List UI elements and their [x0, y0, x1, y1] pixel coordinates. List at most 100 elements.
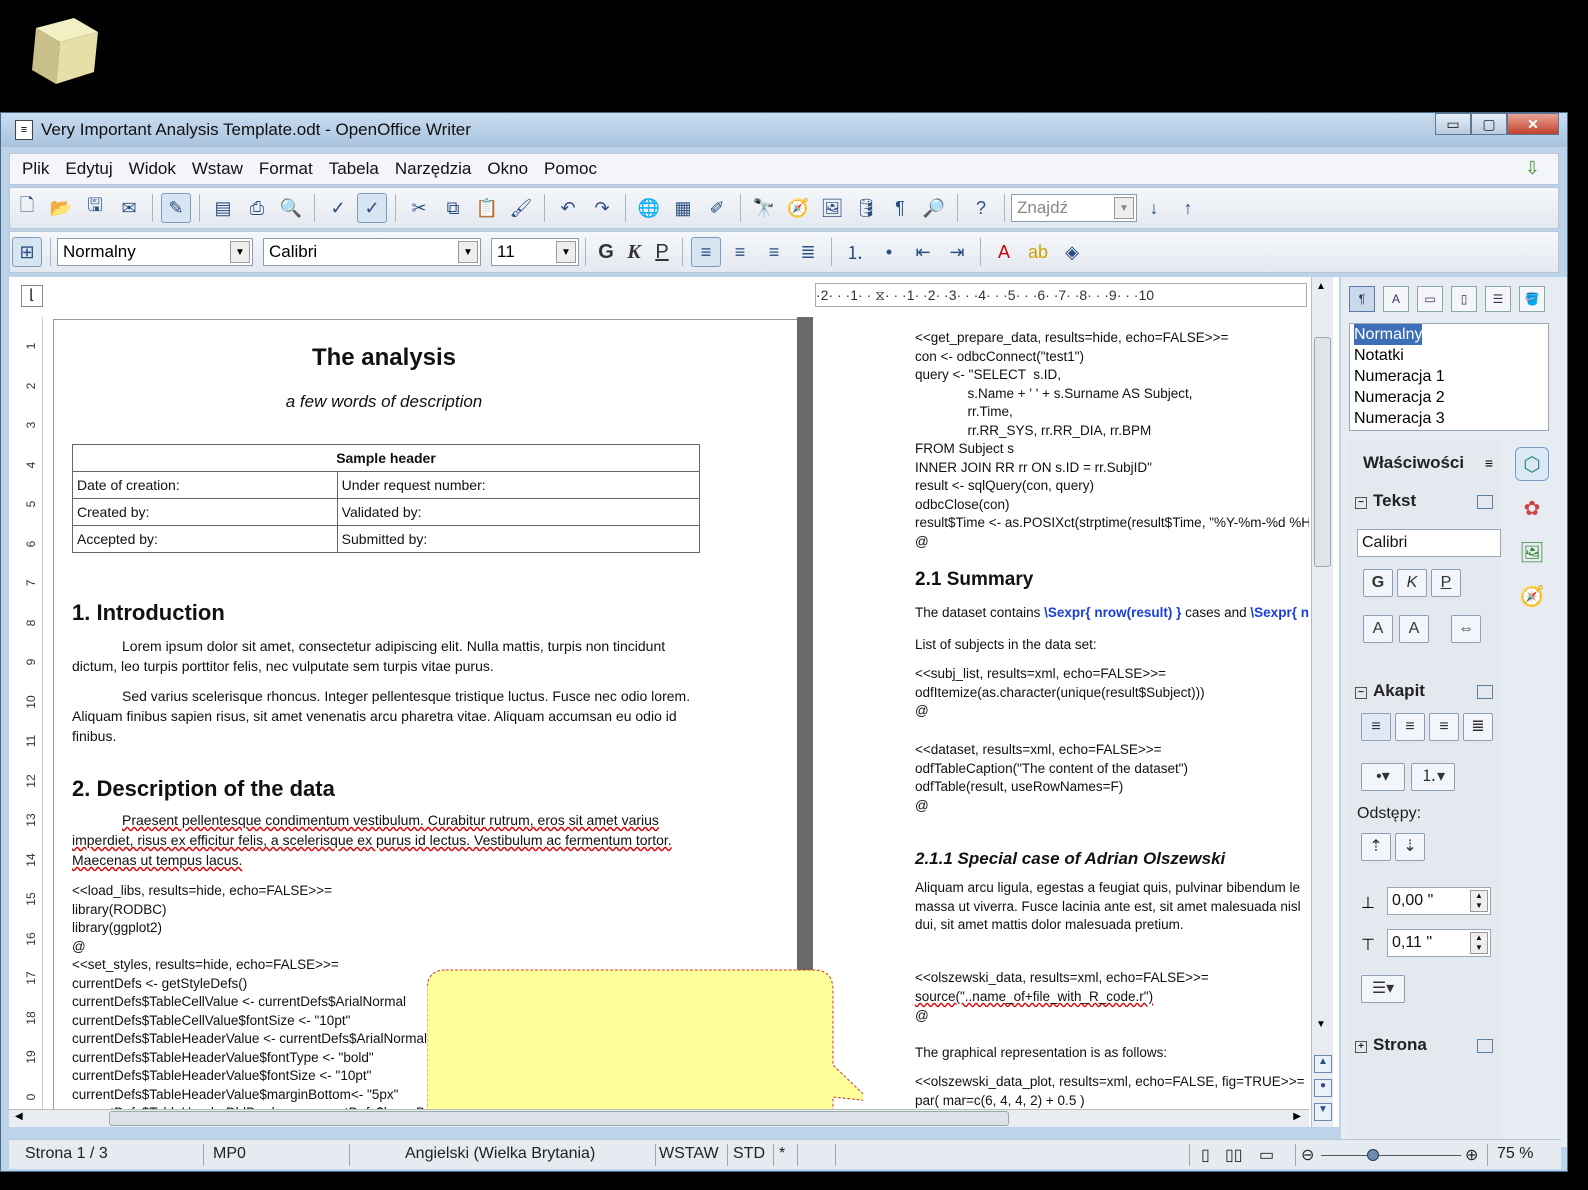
justify-icon[interactable]: ≣: [793, 237, 823, 267]
horizontal-ruler[interactable]: ·2· · ·1· · ⧖· · ·1· ·2· ·3· · ·4· · ·5·…: [815, 283, 1307, 307]
close-button[interactable]: ✕: [1507, 113, 1559, 135]
horizontal-scrollbar[interactable]: ◀ ▶: [9, 1109, 1309, 1127]
styles-tab-frame-icon[interactable]: ▭: [1417, 286, 1443, 312]
styles-tab-list-icon[interactable]: ☰: [1485, 286, 1511, 312]
undo-icon[interactable]: ↶: [553, 193, 583, 223]
sidebar-justify-icon[interactable]: ≣: [1463, 713, 1493, 741]
sidebar-bullets-icon[interactable]: •▾: [1361, 763, 1405, 791]
selection-mode[interactable]: STD: [733, 1145, 765, 1163]
scroll-up-icon[interactable]: ▲: [1316, 281, 1326, 292]
sidebar-underline-button[interactable]: P: [1431, 569, 1461, 597]
menu-pomoc[interactable]: Pomoc: [544, 159, 597, 179]
scroll-left-icon[interactable]: ◀: [15, 1111, 23, 1122]
copy-icon[interactable]: ⧉: [438, 193, 468, 223]
next-page-icon[interactable]: ▼: [1314, 1103, 1332, 1121]
sidebar-numbering-icon[interactable]: ⒈▾: [1411, 763, 1455, 791]
print-icon[interactable]: ⎙: [242, 193, 272, 223]
spin-icon[interactable]: ▲ ▼: [1470, 890, 1488, 912]
find-replace-icon[interactable]: 🔭: [749, 193, 779, 223]
list-item[interactable]: Normalny: [1354, 324, 1548, 345]
language-indicator[interactable]: Angielski (Wielka Brytania): [405, 1145, 595, 1163]
sidebar-align-left-icon[interactable]: ≡: [1361, 713, 1391, 741]
open-folder-icon[interactable]: 📂: [46, 193, 76, 223]
align-center-icon[interactable]: ≡: [725, 237, 755, 267]
bullets-icon[interactable]: •: [874, 237, 904, 267]
find-previous-icon[interactable]: ↑: [1173, 193, 1203, 223]
chevron-down-icon[interactable]: ▼: [1114, 197, 1134, 219]
scroll-thumb[interactable]: [109, 1111, 1009, 1126]
scroll-right-icon[interactable]: ▶: [1293, 1111, 1301, 1122]
sidebar-align-center-icon[interactable]: ≡: [1395, 713, 1425, 741]
book-view-icon[interactable]: ▭: [1259, 1145, 1274, 1165]
styles-tab-character-icon[interactable]: A: [1383, 286, 1409, 312]
menu-okno[interactable]: Okno: [487, 159, 528, 179]
font-size-select[interactable]: 11 ▼: [491, 238, 579, 266]
paste-icon[interactable]: 📋: [472, 193, 502, 223]
decrease-indent-icon[interactable]: ⇤: [908, 237, 938, 267]
navigator-deck-icon[interactable]: 🧭: [1515, 579, 1549, 613]
navigator-icon[interactable]: 🧭: [783, 193, 813, 223]
sidebar-italic-button[interactable]: K: [1397, 569, 1427, 597]
maximize-button[interactable]: ▢: [1471, 113, 1507, 135]
align-right-icon[interactable]: ≡: [759, 237, 789, 267]
increase-spacing-icon[interactable]: ⇡: [1361, 833, 1391, 861]
bold-button[interactable]: G: [592, 241, 620, 264]
paragraph-more-icon[interactable]: [1477, 685, 1493, 699]
list-item[interactable]: Notatki: [1354, 345, 1548, 366]
multi-page-view-icon[interactable]: ▯▯: [1225, 1145, 1243, 1165]
menu-wstaw[interactable]: Wstaw: [192, 159, 243, 179]
save-icon[interactable]: 🖫: [80, 193, 110, 223]
background-color-icon[interactable]: ◈: [1057, 237, 1087, 267]
paragraph-style-select[interactable]: Normalny ▼: [57, 238, 253, 266]
edit-mode-icon[interactable]: ✎: [161, 193, 191, 223]
scroll-down-icon[interactable]: ▼: [1316, 1019, 1326, 1030]
spellcheck-icon[interactable]: ✓: [323, 193, 353, 223]
line-spacing-icon[interactable]: ☰▾: [1361, 975, 1405, 1003]
highlight-icon[interactable]: ab: [1023, 237, 1053, 267]
insert-mode[interactable]: WSTAW: [659, 1145, 719, 1163]
zoom-in-icon[interactable]: ⊕: [1465, 1145, 1478, 1165]
page-more-icon[interactable]: [1477, 1039, 1493, 1053]
autospellcheck-icon[interactable]: ✓: [357, 193, 387, 223]
print-preview-icon[interactable]: 🔍: [276, 193, 306, 223]
email-icon[interactable]: ✉: [114, 193, 144, 223]
vertical-ruler[interactable]: 1 2 3 4 5 6 7 8 9 10 11 12 13 14 15 16 17 18 19 0: [19, 317, 43, 1117]
align-left-icon[interactable]: ≡: [691, 237, 721, 267]
update-icon[interactable]: ⇩: [1525, 158, 1540, 179]
page-section-header[interactable]: + Strona: [1355, 1035, 1427, 1055]
underline-button[interactable]: P: [648, 241, 676, 264]
cut-icon[interactable]: ✂: [404, 193, 434, 223]
sidebar-align-right-icon[interactable]: ≡: [1429, 713, 1459, 741]
right-page[interactable]: <<get_prepare_data, results=hide, echo=F…: [815, 319, 1309, 1119]
text-section-header[interactable]: − Tekst: [1355, 491, 1416, 511]
chevron-down-icon[interactable]: ▼: [458, 241, 478, 263]
character-spacing-icon[interactable]: ⇔: [1451, 615, 1481, 643]
list-item[interactable]: Numeracja 1: [1354, 366, 1548, 387]
spacing-above-input[interactable]: 0,00 " ▲ ▼: [1387, 887, 1491, 915]
grow-font-icon[interactable]: A: [1363, 615, 1393, 643]
menu-narzedzia[interactable]: Narzędzia: [395, 159, 472, 179]
styles-deck-icon[interactable]: ✿: [1515, 491, 1549, 525]
help-icon[interactable]: ?: [966, 193, 996, 223]
page-style[interactable]: MP0: [213, 1145, 246, 1163]
chevron-down-icon[interactable]: ▼: [556, 241, 576, 263]
menu-widok[interactable]: Widok: [129, 159, 176, 179]
previous-page-icon[interactable]: ▲: [1314, 1055, 1332, 1073]
redo-icon[interactable]: ↷: [587, 193, 617, 223]
style-list[interactable]: Normalny Notatki Numeracja 1 Numeracja 2…: [1349, 323, 1549, 431]
find-input[interactable]: Znajdź ▼: [1011, 194, 1137, 222]
numbering-icon[interactable]: ⒈: [840, 237, 870, 267]
more-options-icon[interactable]: ≡: [1485, 455, 1493, 471]
properties-deck-icon[interactable]: ⬡: [1515, 447, 1549, 481]
italic-button[interactable]: K: [620, 241, 648, 264]
formatting-marks-icon[interactable]: ¶: [885, 193, 915, 223]
gallery-icon[interactable]: 🖼: [817, 193, 847, 223]
new-document-icon[interactable]: 🗋: [12, 193, 42, 223]
menu-tabela[interactable]: Tabela: [329, 159, 379, 179]
spacing-below-input[interactable]: 0,11 " ▲ ▼: [1387, 929, 1491, 957]
decrease-spacing-icon[interactable]: ⇣: [1395, 833, 1425, 861]
single-page-view-icon[interactable]: ▯: [1201, 1145, 1210, 1165]
zoom-level[interactable]: 75 %: [1497, 1145, 1533, 1163]
navigation-icon[interactable]: ●: [1314, 1079, 1332, 1097]
increase-indent-icon[interactable]: ⇥: [942, 237, 972, 267]
